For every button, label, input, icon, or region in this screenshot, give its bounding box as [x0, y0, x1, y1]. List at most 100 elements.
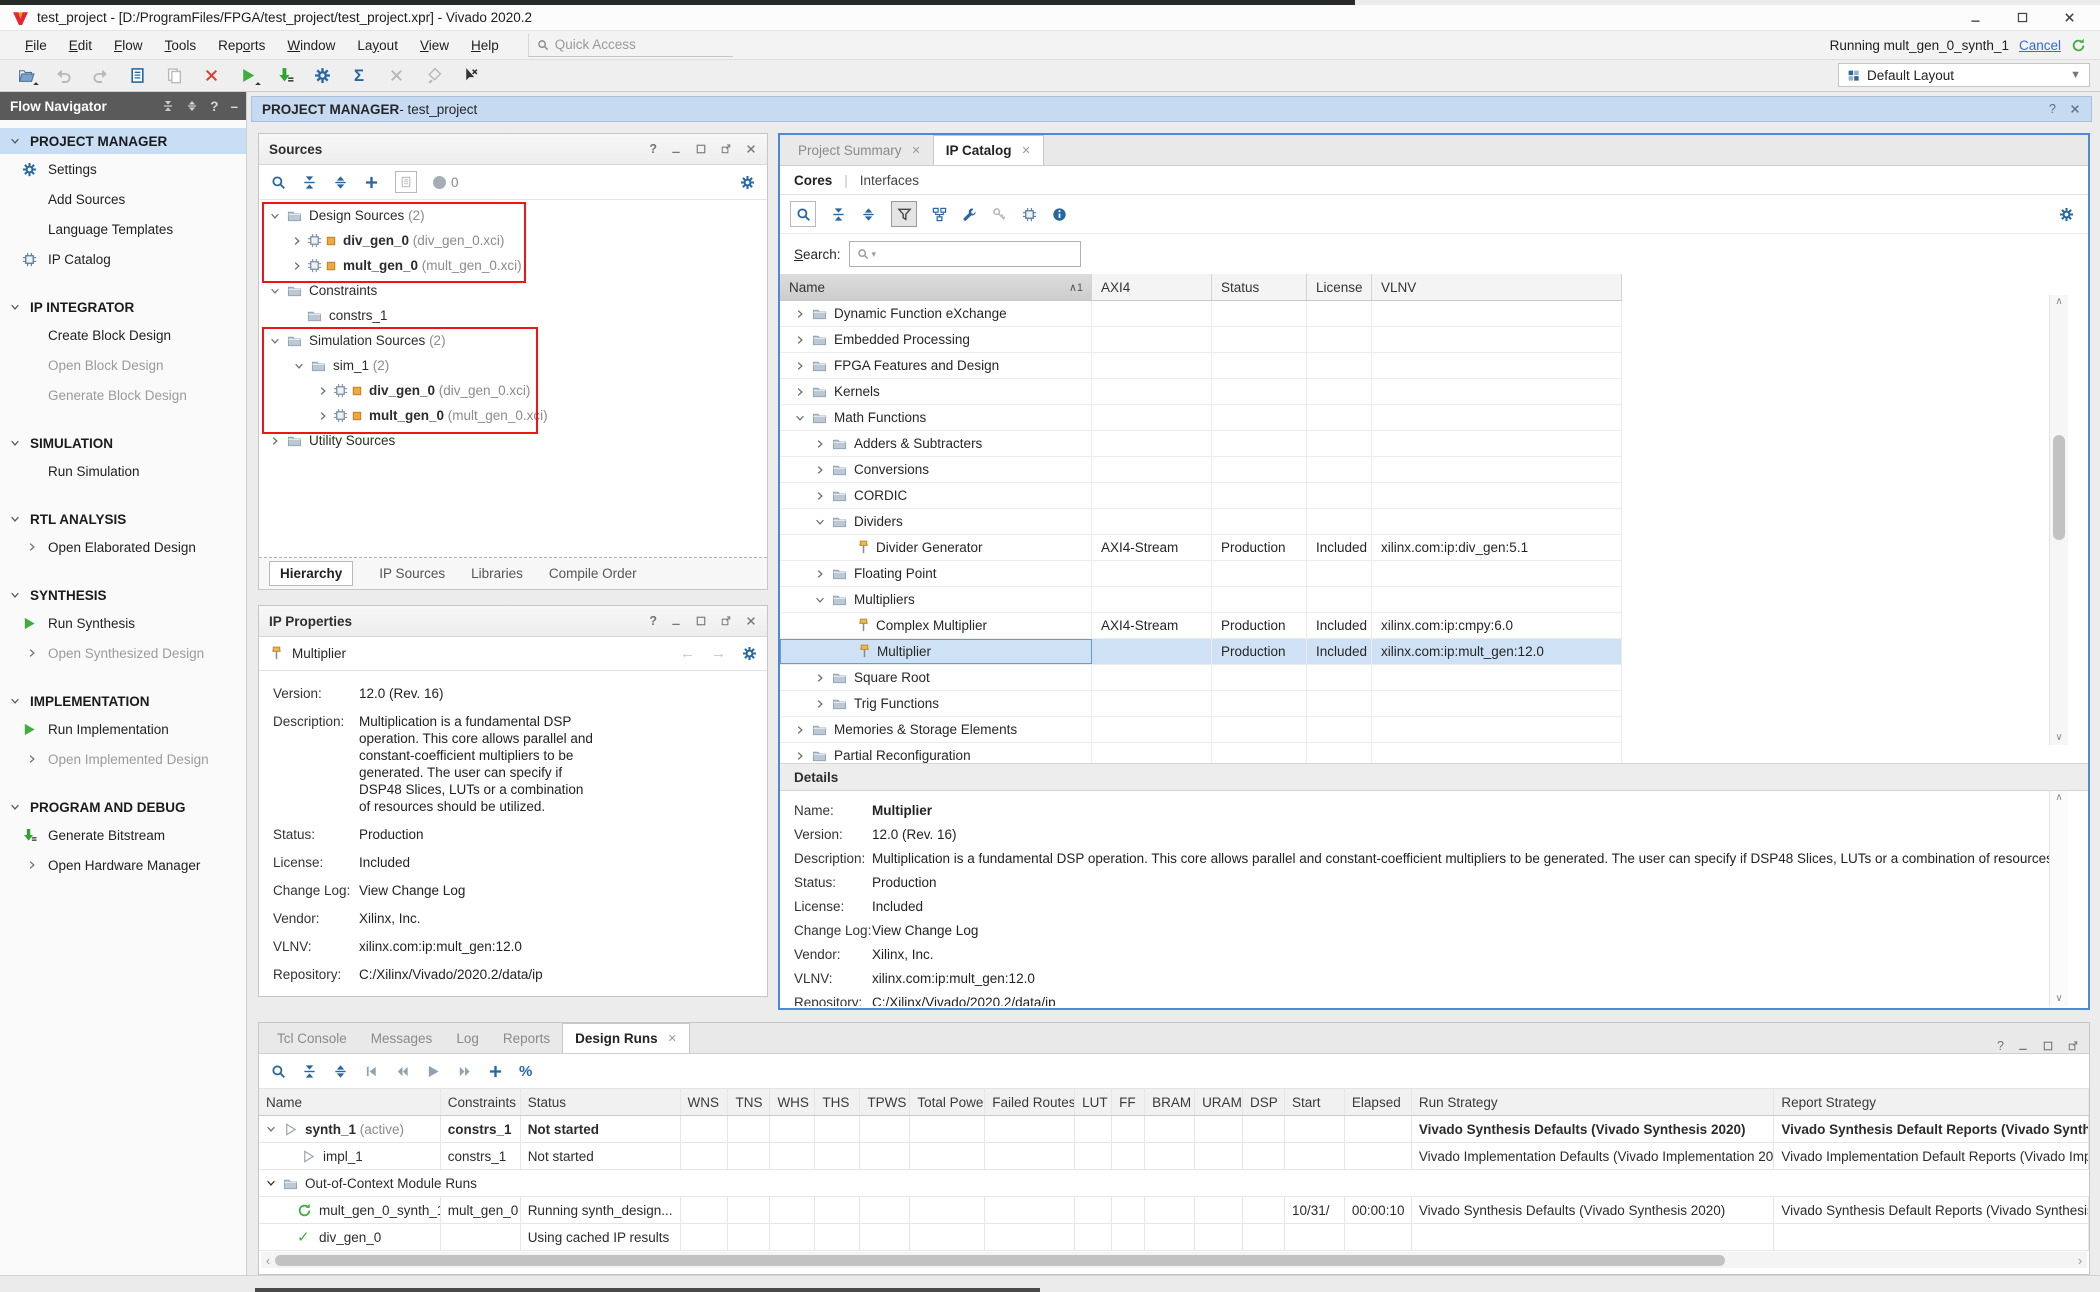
collapse-all-icon[interactable]: [302, 175, 317, 190]
column-header[interactable]: WNS: [681, 1089, 729, 1115]
sidebar-item-add-sources[interactable]: Add Sources: [0, 184, 246, 214]
license-key-icon[interactable]: [992, 207, 1007, 222]
help-doc-icon[interactable]: [395, 171, 417, 193]
chevron-right-icon[interactable]: [317, 385, 329, 397]
catalog-row-divider-generator[interactable]: Divider GeneratorAXI4-StreamProductionIn…: [780, 535, 1622, 561]
chevron-right-icon[interactable]: [269, 435, 281, 447]
report-sigma-button[interactable]: Σ: [349, 66, 369, 86]
open-project-button[interactable]: [16, 66, 36, 86]
group-by-icon[interactable]: [932, 207, 947, 222]
column-header[interactable]: LUT: [1075, 1089, 1112, 1115]
sidebar-item-open-hardware-manager[interactable]: Open Hardware Manager: [0, 850, 246, 880]
help-icon[interactable]: ?: [1997, 1039, 2004, 1053]
sidebar-item-language-templates[interactable]: Language Templates: [0, 214, 246, 244]
section-header-simulation[interactable]: SIMULATION: [0, 430, 246, 456]
help-icon[interactable]: ?: [649, 614, 657, 628]
catalog-row[interactable]: Memories & Storage Elements: [780, 717, 1622, 743]
expand-all-icon[interactable]: [333, 1064, 348, 1079]
wrench-icon[interactable]: [962, 207, 977, 222]
chevron-down-icon[interactable]: [265, 1123, 277, 1135]
run-icon[interactable]: [426, 1064, 441, 1079]
tree-item-design-sources[interactable]: Design Sources (2): [259, 203, 767, 228]
sidebar-item-open-synthesized-design[interactable]: Open Synthesized Design: [0, 638, 246, 668]
maximize-window-icon[interactable]: [2016, 11, 2029, 24]
minimize-panel-icon[interactable]: [2017, 1040, 2029, 1052]
column-header[interactable]: Run Strategy: [1412, 1089, 1775, 1115]
column-header-name[interactable]: Name∧1: [780, 274, 1092, 300]
collapse-all-icon[interactable]: [831, 207, 846, 222]
redo-button[interactable]: [90, 66, 110, 86]
chevron-down-icon[interactable]: [269, 335, 281, 347]
tree-item-sim-1[interactable]: sim_1 (2): [259, 353, 767, 378]
expand-all-icon[interactable]: [186, 100, 198, 112]
percent-icon[interactable]: %: [519, 1063, 532, 1080]
column-header[interactable]: TNS: [728, 1089, 770, 1115]
column-header[interactable]: TPWS: [860, 1089, 910, 1115]
scrollbar-thumb[interactable]: [2053, 435, 2065, 540]
sidebar-item-open-elaborated-design[interactable]: Open Elaborated Design: [0, 532, 246, 562]
tab-reports[interactable]: Reports: [491, 1024, 562, 1053]
cancel-report-button[interactable]: [386, 66, 406, 86]
status-link[interactable]: Production: [359, 826, 424, 843]
catalog-row[interactable]: Multipliers: [780, 587, 1622, 613]
run-row-mult-gen-0-synth-1[interactable]: mult_gen_0_synth_1 mult_gen_0 Running sy…: [259, 1197, 2089, 1224]
sidebar-item-generate-bitstream[interactable]: Generate Bitstream: [0, 820, 246, 850]
menu-reports[interactable]: Reports: [207, 38, 276, 53]
scroll-up-icon[interactable]: ∧: [2050, 295, 2068, 309]
filter-button[interactable]: [891, 201, 917, 227]
column-header[interactable]: DSP: [1243, 1089, 1285, 1115]
horizontal-scrollbar[interactable]: ‹ ›: [261, 1252, 2087, 1268]
column-header-license[interactable]: License: [1307, 274, 1372, 300]
sidebar-item-create-block-design[interactable]: Create Block Design: [0, 320, 246, 350]
gear-icon[interactable]: [742, 646, 757, 661]
chevron-right-icon[interactable]: [317, 410, 329, 422]
column-header[interactable]: Name: [259, 1089, 441, 1115]
view-change-log-link[interactable]: View Change Log: [359, 882, 465, 899]
copy-button[interactable]: [164, 66, 184, 86]
scroll-right-icon[interactable]: ›: [2073, 1253, 2087, 1268]
menu-edit[interactable]: Edit: [58, 38, 103, 53]
column-header-vlnv[interactable]: VLNV: [1372, 274, 1622, 300]
skip-to-start-icon[interactable]: [364, 1064, 379, 1079]
menu-file[interactable]: File: [14, 38, 58, 53]
column-header-axi4[interactable]: AXI4: [1092, 274, 1212, 300]
quick-access-search[interactable]: Quick Access: [528, 34, 733, 57]
run-row-ooc-group[interactable]: Out-of-Context Module Runs: [259, 1170, 2089, 1197]
step-back-icon[interactable]: [395, 1064, 410, 1079]
run-button[interactable]: [238, 66, 258, 86]
column-header[interactable]: WHS: [770, 1089, 815, 1115]
tab-compile-order[interactable]: Compile Order: [549, 566, 637, 581]
scroll-down-icon[interactable]: ∨: [2050, 731, 2068, 745]
chevron-down-icon[interactable]: [269, 210, 281, 222]
catalog-row-complex-multiplier[interactable]: Complex MultiplierAXI4-StreamProductionI…: [780, 613, 1622, 639]
layout-selector[interactable]: Default Layout ▼: [1838, 63, 2090, 87]
sidebar-item-open-block-design[interactable]: Open Block Design: [0, 350, 246, 380]
sidebar-item-run-implementation[interactable]: Run Implementation: [0, 714, 246, 744]
minimize-panel-icon[interactable]: –: [230, 99, 238, 114]
column-header[interactable]: Failed Routes: [985, 1089, 1075, 1115]
help-icon[interactable]: ?: [210, 99, 218, 114]
catalog-row-multiplier-selected[interactable]: MultiplierProductionIncludedxilinx.com:i…: [780, 639, 1622, 665]
search-icon[interactable]: [271, 175, 286, 190]
status-link[interactable]: Production: [872, 875, 937, 891]
column-header[interactable]: Start: [1285, 1089, 1345, 1115]
tab-design-runs[interactable]: Design Runs✕: [562, 1023, 690, 1053]
tree-item-constrs-1[interactable]: constrs_1: [259, 303, 767, 328]
close-panel-icon[interactable]: [745, 615, 757, 627]
catalog-tree-scrollbar[interactable]: ∧ ∨: [2049, 295, 2068, 745]
cancel-run-link[interactable]: Cancel: [2019, 38, 2061, 53]
generate-bitstream-button[interactable]: [275, 66, 295, 86]
chevron-down-icon[interactable]: [269, 285, 281, 297]
tab-project-summary[interactable]: Project Summary✕: [786, 136, 933, 165]
info-icon[interactable]: [1052, 207, 1067, 222]
minimize-panel-icon[interactable]: [670, 143, 682, 155]
gear-icon[interactable]: [2059, 207, 2074, 222]
highlight-brush-button[interactable]: [423, 66, 443, 86]
section-header-program-and-debug[interactable]: PROGRAM AND DEBUG: [0, 794, 246, 820]
search-button[interactable]: [790, 201, 816, 227]
catalog-row[interactable]: Square Root: [780, 665, 1622, 691]
catalog-row[interactable]: Dividers: [780, 509, 1622, 535]
scrollbar-thumb[interactable]: [275, 1255, 1725, 1266]
tab-ip-sources[interactable]: IP Sources: [379, 566, 445, 581]
float-panel-icon[interactable]: [2067, 1040, 2079, 1052]
